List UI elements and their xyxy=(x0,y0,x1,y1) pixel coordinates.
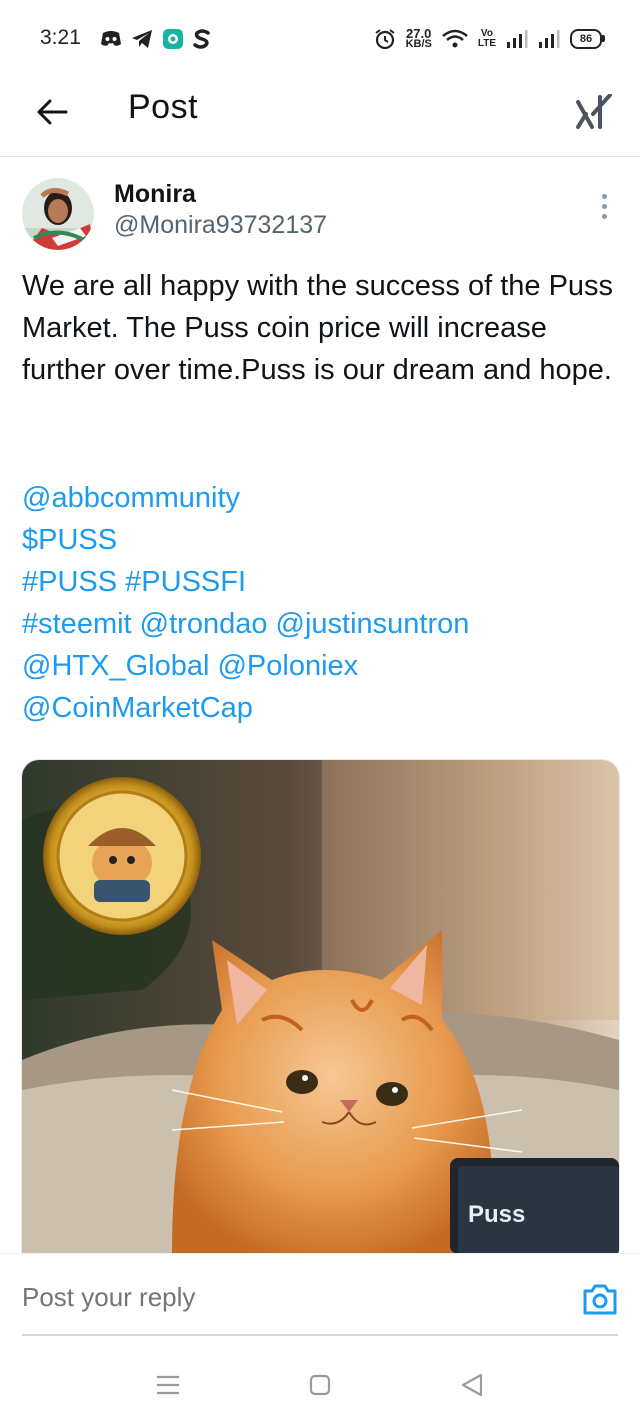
back-button[interactable] xyxy=(32,92,72,132)
signal-icon xyxy=(507,30,528,48)
reply-bar xyxy=(0,1253,640,1336)
back-nav-button[interactable] xyxy=(452,1367,492,1403)
back-triangle-icon xyxy=(461,1373,483,1397)
status-time: 3:21 xyxy=(40,26,81,49)
display-name[interactable]: Monira xyxy=(114,180,196,209)
post-links-line: @abbcommunity xyxy=(22,477,622,519)
post-links-line: #PUSS #PUSSFI xyxy=(22,561,622,603)
post-links-line: @CoinMarketCap xyxy=(22,687,622,729)
recent-apps-button[interactable] xyxy=(148,1367,188,1403)
reply-input[interactable] xyxy=(22,1282,542,1313)
post-image[interactable]: Puss xyxy=(21,759,620,1254)
menu-icon xyxy=(157,1375,179,1395)
post-link[interactable]: @trondao xyxy=(140,608,268,640)
post-links: @abbcommunity $PUSS #PUSS #PUSSFI #steemit … xyxy=(22,477,622,729)
signal-2-icon xyxy=(539,30,560,48)
home-square-icon xyxy=(309,1374,331,1396)
post-links-line: #steemit @trondao @justinsuntron xyxy=(22,603,622,645)
post-link[interactable]: $PUSS xyxy=(22,524,117,556)
post-link[interactable]: @CoinMarketCap xyxy=(22,692,253,724)
user-handle[interactable]: @Monira93732137 xyxy=(114,211,327,240)
telegram-icon xyxy=(132,30,152,48)
volte-indicator: Vo LTE xyxy=(478,29,496,49)
page-title: Post xyxy=(128,88,199,126)
post-links-line: @HTX_Global @Poloniex xyxy=(22,645,622,687)
more-dot-icon xyxy=(601,213,607,219)
camera-icon xyxy=(583,1284,617,1315)
grok-button[interactable] xyxy=(572,90,616,134)
volte-bottom: LTE xyxy=(477,38,496,49)
battery-indicator: 86 xyxy=(570,29,605,49)
camera-button[interactable] xyxy=(582,1282,618,1316)
status-bar: 3:21 27.0 KB/S Vo LTE 86 xyxy=(0,0,640,78)
notification-icons xyxy=(100,26,211,52)
wifi-icon xyxy=(442,29,468,48)
post-text: We are all happy with the success of the… xyxy=(22,270,614,386)
system-icons: 27.0 KB/S Vo LTE 86 xyxy=(374,24,605,54)
post-links-line: $PUSS xyxy=(22,519,622,561)
back-arrow-icon xyxy=(37,99,68,125)
post-link[interactable]: #PUSSFI xyxy=(125,566,246,598)
avatar[interactable] xyxy=(22,178,94,250)
s-app-icon xyxy=(193,29,210,49)
app-icon xyxy=(163,29,183,49)
reply-underline xyxy=(22,1334,618,1336)
post-link[interactable]: @HTX_Global xyxy=(22,650,209,682)
header: Post xyxy=(0,78,640,157)
home-button[interactable] xyxy=(300,1367,340,1403)
network-speed: 27.0 KB/S xyxy=(405,27,432,50)
discord-icon xyxy=(101,31,121,46)
grok-icon xyxy=(576,94,612,129)
more-dot-icon xyxy=(601,203,607,209)
post-link[interactable]: @Poloniex xyxy=(217,650,358,682)
post-link[interactable]: @abbcommunity xyxy=(22,482,240,514)
post-link[interactable]: #steemit xyxy=(22,608,132,640)
post-link[interactable]: @justinsuntron xyxy=(276,608,470,640)
alarm-icon xyxy=(374,29,395,50)
system-nav-bar xyxy=(0,1345,640,1422)
post-link[interactable]: #PUSS xyxy=(22,566,117,598)
more-dot-icon xyxy=(601,193,607,199)
image-screen-text: Puss xyxy=(468,1201,525,1228)
network-speed-unit: KB/S xyxy=(405,38,432,50)
more-options-button[interactable] xyxy=(592,190,616,222)
